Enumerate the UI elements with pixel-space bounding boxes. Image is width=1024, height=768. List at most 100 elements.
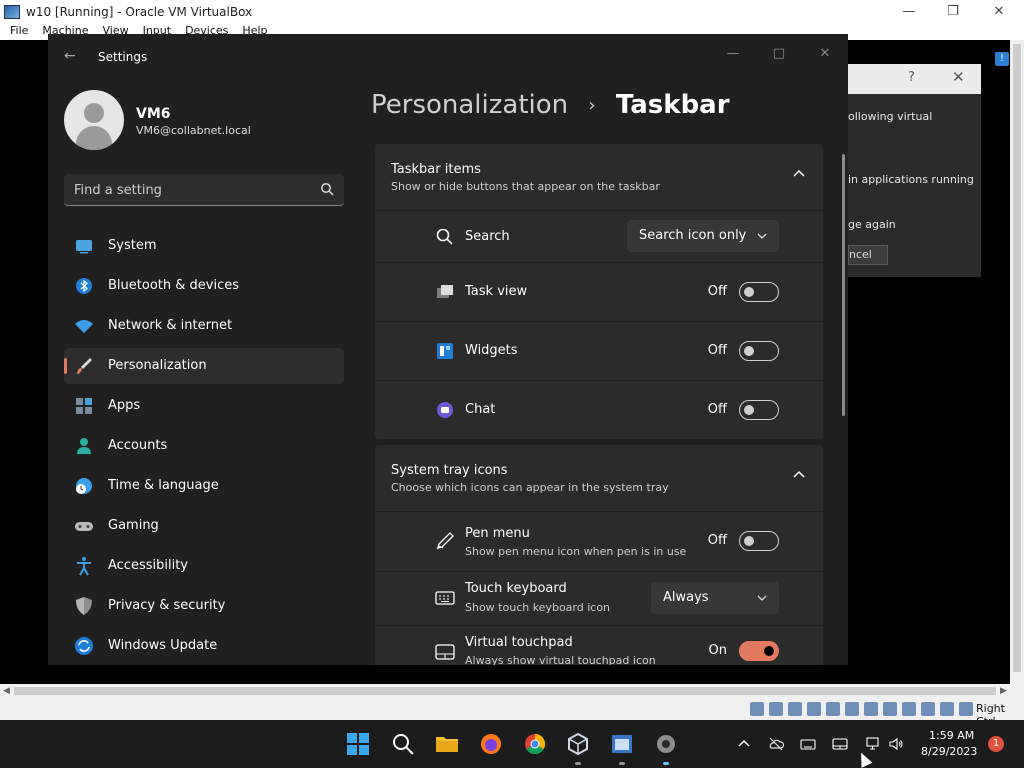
find-setting-input[interactable] [74,180,304,200]
settings-window: ← Settings — □ ✕ VM6 VM6@collabnet.local… [48,34,848,665]
toggle-knob [744,405,754,415]
host-minimize-button[interactable]: — [886,0,932,23]
taskbar-settings-content: Taskbar items Show or hide buttons that … [375,144,823,665]
sidebar-item-label: Bluetooth & devices [108,278,239,293]
section-subtitle: Choose which icons can appear in the sys… [391,481,669,494]
vertical-scroll-thumb[interactable] [1013,44,1021,672]
usb-icon[interactable] [845,702,859,716]
floppy-icon[interactable] [788,702,802,716]
sidebar-item-gaming[interactable]: Gaming [64,508,344,544]
network-adapter-icon[interactable] [826,702,840,716]
taskbar-search-icon[interactable] [391,732,415,756]
hard-disk-icon[interactable] [750,702,764,716]
sidebar-item-label: Time & language [108,478,219,493]
settings-maximize-button[interactable]: □ [756,40,802,68]
dropdown-value: Always [663,590,709,605]
chat-toggle[interactable] [739,400,779,420]
file-explorer-icon[interactable] [435,732,459,756]
vertical-scrollbar[interactable] [1010,40,1024,684]
start-button-icon[interactable] [346,732,370,756]
task-view-toggle[interactable] [739,282,779,302]
section-title: System tray icons [391,463,508,478]
clock-time[interactable]: 1:59 AM [929,729,974,742]
host-key-icon[interactable] [959,702,973,716]
breadcrumb-parent[interactable]: Personalization [371,90,568,120]
find-setting-box[interactable] [64,174,344,206]
pen-menu-toggle[interactable] [739,531,779,551]
row-label: Chat [465,402,496,417]
virtual-touchpad-tray-icon[interactable] [832,736,848,752]
settings-gear-icon[interactable] [654,732,678,756]
touchpad-icon [435,644,455,660]
page-title: Taskbar [615,90,730,120]
chevron-down-icon [757,595,767,601]
show-hidden-icons-chevron-icon[interactable] [736,736,752,752]
vbox-titlebar: w10 [Running] - Oracle VM VirtualBox — ❐… [0,0,1024,23]
sidebar-item-windows-update[interactable]: Windows Update [64,628,344,664]
app-running-indicator [619,762,625,765]
sidebar-item-label: Privacy & security [108,598,226,613]
chrome-icon[interactable] [523,732,547,756]
notification-badge[interactable]: 1 [988,736,1004,752]
sidebar-item-accounts[interactable]: Accounts [64,428,344,464]
sidebar-item-bluetooth[interactable]: Bluetooth & devices [64,268,344,304]
chevron-up-icon[interactable] [793,469,805,481]
recording-icon[interactable] [902,702,916,716]
scroll-left-arrow-icon[interactable]: ◀ [3,684,10,698]
chevron-up-icon[interactable] [793,168,805,180]
breadcrumb: Personalization › Taskbar [371,90,730,120]
toggle-state-text: Off [707,284,727,299]
shared-folders-icon[interactable] [864,702,878,716]
section-title: Taskbar items [391,162,481,177]
display-icon[interactable] [883,702,897,716]
widgets-toggle[interactable] [739,341,779,361]
task-view-icon [437,285,453,298]
row-virtual-touchpad: Virtual touchpad Always show virtual tou… [375,626,823,665]
horizontal-scroll-thumb[interactable] [14,687,996,695]
sidebar-item-privacy-security[interactable]: Privacy & security [64,588,344,624]
avatar[interactable] [64,90,124,150]
settings-close-button[interactable]: ✕ [802,40,848,68]
host-restore-button[interactable]: ❐ [930,0,976,23]
horizontal-scrollbar[interactable]: ◀ ▶ [0,684,1024,698]
host-close-button[interactable]: ✕ [976,0,1022,23]
sidebar-item-system[interactable]: System [64,228,344,264]
dialog-cancel-button[interactable]: ncel [848,245,888,265]
toggle-state-text: Off [707,402,727,417]
sidebar-item-apps[interactable]: Apps [64,388,344,424]
settings-scrollbar[interactable] [842,154,845,416]
dialog-help-button[interactable]: ? [908,70,915,85]
update-icon [75,637,93,655]
sidebar-item-accessibility[interactable]: Accessibility [64,548,344,584]
search-icon[interactable] [320,182,334,196]
clock-date[interactable]: 8/29/2023 [921,745,977,758]
audio-device-icon[interactable] [807,702,821,716]
firefox-icon[interactable] [479,732,503,756]
onedrive-offline-icon[interactable] [768,736,784,752]
taskbar-items-header[interactable]: Taskbar items Show or hide buttons that … [375,144,823,210]
vbox-notification-icon[interactable]: ! [995,52,1009,66]
system-icon [76,240,92,254]
settings-minimize-button[interactable]: — [710,40,756,68]
scroll-right-arrow-icon[interactable]: ▶ [1000,684,1007,698]
vt-x-icon[interactable] [921,702,935,716]
sidebar-item-time-language[interactable]: Time & language [64,468,344,504]
touch-keyboard-tray-icon[interactable] [800,736,816,752]
search-mode-dropdown[interactable]: Search icon only [627,220,779,252]
back-arrow-icon[interactable]: ← [64,48,76,64]
mouse-integration-icon[interactable] [940,702,954,716]
vm-window-icon[interactable] [610,732,634,756]
search-icon [436,228,453,245]
menu-file[interactable]: File [10,23,28,39]
optical-drive-icon[interactable] [769,702,783,716]
touch-keyboard-dropdown[interactable]: Always [651,582,779,614]
avatar-body [76,126,112,150]
dialog-close-icon[interactable]: ✕ [952,68,965,86]
toggle-knob [744,287,754,297]
virtualbox-icon[interactable] [566,732,590,756]
virtual-touchpad-toggle[interactable] [739,641,779,661]
system-tray-icons-header[interactable]: System tray icons Choose which icons can… [375,445,823,511]
sidebar-item-personalization[interactable]: Personalization [64,348,344,384]
volume-icon[interactable] [888,736,904,752]
sidebar-item-network[interactable]: Network & internet [64,308,344,344]
